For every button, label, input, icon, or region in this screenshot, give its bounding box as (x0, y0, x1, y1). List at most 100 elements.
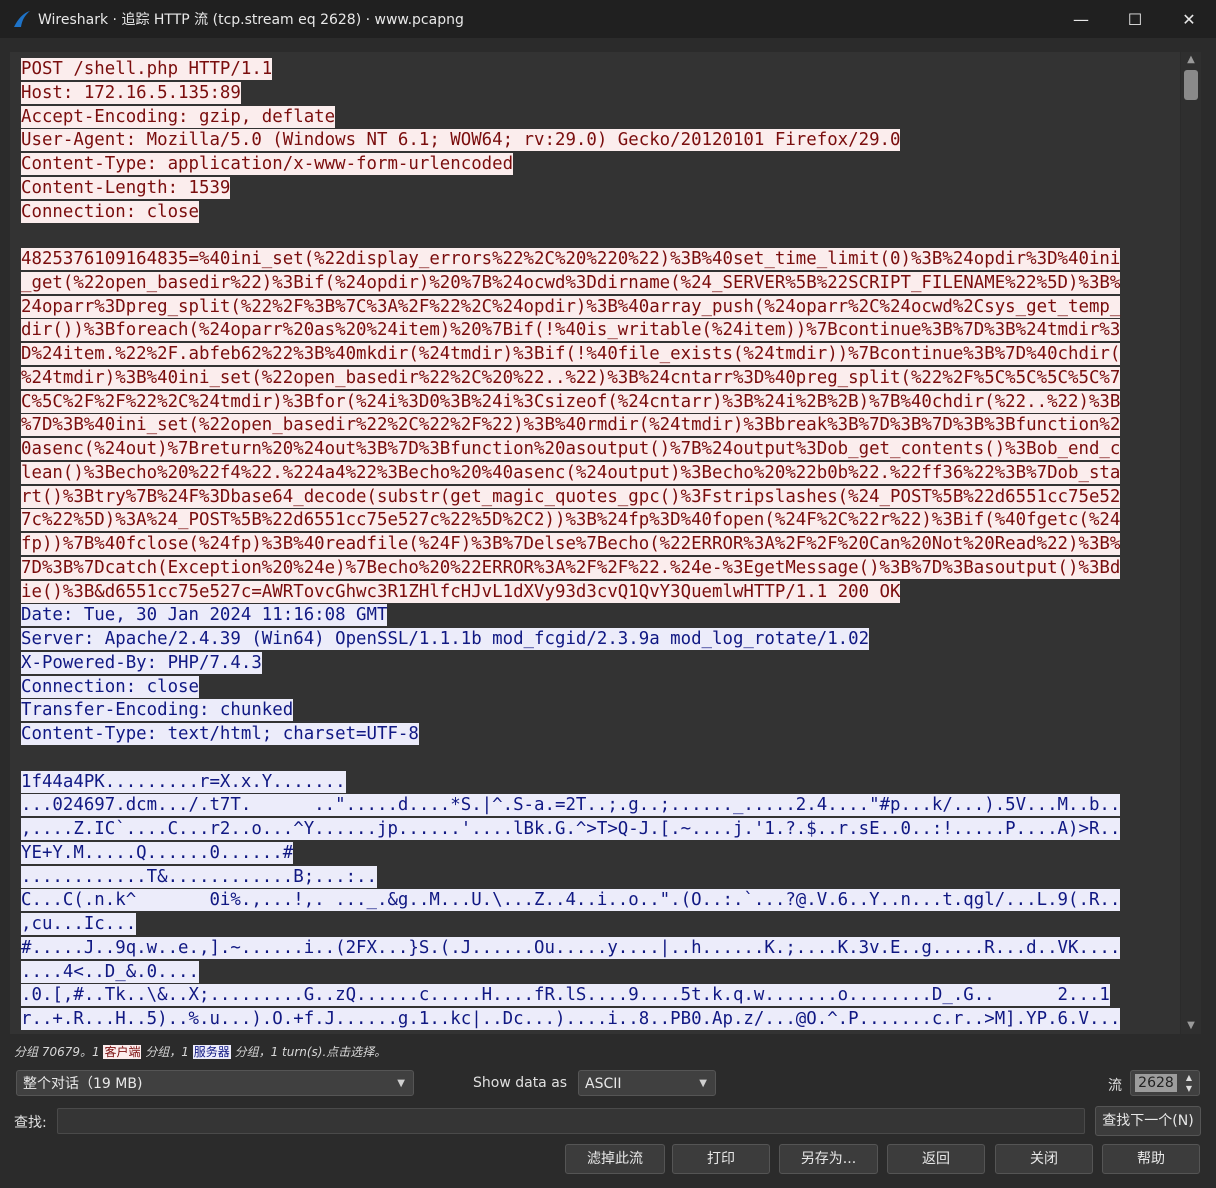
server-data-segment: Date: Tue, 30 Jan 2024 11:16:08 GMT (21, 604, 388, 627)
stream-line: Transfer-Encoding: chunked (21, 699, 1180, 723)
status-prefix: 分组 70679。1 (14, 1045, 104, 1059)
server-data-segment: Transfer-Encoding: chunked (21, 699, 294, 722)
stream-line: Content-Type: text/html; charset=UTF-8 (21, 723, 1180, 747)
title-bar: Wireshark · 追踪 HTTP 流 (tcp.stream eq 262… (0, 0, 1216, 38)
stream-line: _get(%22open_basedir%22)%3Bif(%24opdir)%… (21, 271, 1180, 296)
client-data-segment: %24tmdir)%3B%40ini_set(%22open_basedir%2… (21, 366, 1121, 389)
client-data-segment: Host: 172.16.5.135:89 (21, 81, 241, 104)
show-data-select-value: ASCII (585, 1076, 622, 1092)
client-data-segment: Accept-Encoding: gzip, deflate (21, 105, 336, 128)
server-data-segment: ,cu...Ic... (21, 913, 137, 935)
stream-line: 1f44a4PK.........r=X.x.Y....... (21, 770, 1180, 795)
client-data-segment: ie()%3B&d6551cc75e527c=AWRTovcGhwc3R1ZHl… (21, 580, 901, 603)
stream-line: #.....J..9q.w..e.,].~......i..(2FX...}S.… (21, 936, 1180, 961)
stream-line: D%24item.%22%2F.abfeb62%22%3B%40mkdir(%2… (21, 343, 1180, 367)
stream-line: POST /shell.php HTTP/1.1 (21, 58, 1180, 82)
save-as-button[interactable]: 另存为... (779, 1144, 878, 1174)
server-data-segment: X-Powered-By: PHP/7.4.3 (21, 651, 262, 674)
stream-line: 0asenc(%24out)%7Breturn%20%24out%3B%7D%3… (21, 438, 1180, 462)
window-title: Wireshark · 追踪 HTTP 流 (tcp.stream eq 262… (38, 12, 464, 28)
client-data-segment: 4825376109164835=%40ini_set(%22display_e… (21, 248, 1121, 270)
stream-number-spinbox[interactable]: 2628 ▲ ▼ (1130, 1070, 1200, 1096)
wireshark-fin-icon (14, 11, 30, 27)
stream-line: ,....Z.IC`....C...r2..o...^Y......jp....… (21, 818, 1180, 842)
client-data-segment: 24oparr%3Dpreg_split(%22%2F%3B%7C%3A%2F%… (21, 295, 1121, 318)
back-button[interactable]: 返回 (887, 1144, 985, 1174)
scroll-down-arrow-icon[interactable]: ▼ (1181, 1018, 1201, 1034)
stream-line (21, 224, 1180, 248)
help-button[interactable]: 帮助 (1102, 1144, 1200, 1174)
conversation-select[interactable]: 整个对话（19 MB) ▼ (16, 1070, 414, 1096)
client-data-segment: Content-Type: application/x-www-form-url… (21, 153, 514, 175)
client-data-segment: Connection: close (21, 200, 199, 223)
server-data-segment: #.....J..9q.w..e.,].~......i..(2FX...}S.… (21, 936, 1121, 959)
vertical-scrollbar[interactable]: ▲ ▼ (1181, 52, 1201, 1034)
stream-line: C...C(.n.k^ 0i%.,...!,. ..._.&g..M...U.\… (21, 889, 1180, 913)
server-data-segment: ............T&............B;...:.. (21, 865, 377, 888)
maximize-button[interactable]: ☐ (1108, 0, 1162, 38)
stream-number-value[interactable]: 2628 (1135, 1074, 1177, 1092)
stream-line: ....4<..D_&.0.... (21, 960, 1180, 985)
server-data-segment: YE+Y.M.....Q......0......# (21, 841, 294, 864)
server-data-segment: Server: Apache/2.4.39 (Win64) OpenSSL/1.… (21, 628, 870, 650)
stream-line: rt()%3Btry%7B%24F%3Dbase64_decode(substr… (21, 485, 1180, 510)
client-data-segment: rt()%3Btry%7B%24F%3Dbase64_decode(substr… (21, 485, 1121, 508)
stream-line: 7c%22%5D)%3A%24_POST%5B%22d6551cc75e527c… (21, 509, 1180, 533)
print-button[interactable]: 打印 (672, 1144, 770, 1174)
spin-down-icon[interactable]: ▼ (1183, 1084, 1195, 1094)
scroll-up-arrow-icon[interactable]: ▲ (1181, 52, 1201, 68)
status-text: 分组 70679。1 客户端 分组，1 服务器 分组，1 turn(s).点击选… (14, 1043, 386, 1060)
status-middle: 分组，1 (141, 1045, 193, 1059)
client-data-segment: %7D%3B%40ini_set(%22open_basedir%22%2C%2… (21, 414, 1121, 437)
client-data-segment: 0asenc(%24out)%7Breturn%20%24out%3B%7D%3… (21, 438, 1121, 460)
stream-line: dir())%3Bforeach(%24oparr%20as%20%24item… (21, 319, 1180, 343)
client-data-segment: POST /shell.php HTTP/1.1 (21, 58, 273, 80)
stream-line: Accept-Encoding: gzip, deflate (21, 105, 1180, 130)
status-suffix: 分组，1 turn(s).点击选择。 (230, 1045, 387, 1059)
stream-line (21, 747, 1180, 771)
show-data-select[interactable]: ASCII ▼ (578, 1070, 716, 1096)
stream-line: ie()%3B&d6551cc75e527c=AWRTovcGhwc3R1ZHl… (21, 580, 1180, 605)
client-data-segment: 7c%22%5D)%3A%24_POST%5B%22d6551cc75e527c… (21, 509, 1121, 532)
spin-up-icon[interactable]: ▲ (1183, 1073, 1195, 1083)
stream-line: Host: 172.16.5.135:89 (21, 81, 1180, 106)
server-data-segment: ...024697.dcm.../.t7T. ..".....d....*S.|… (21, 794, 1121, 817)
stream-line: r..+.R...H..5)..%.u...).O.+f.J......g.1.… (21, 1008, 1180, 1032)
stream-line: 7D%3B%7Dcatch(Exception%20%24e)%7Becho%2… (21, 556, 1180, 581)
close-button[interactable]: 关闭 (995, 1144, 1093, 1174)
client-data-segment: User-Agent: Mozilla/5.0 (Windows NT 6.1;… (21, 129, 901, 152)
stream-content-area[interactable]: POST /shell.php HTTP/1.1 Host: 172.16.5.1… (10, 52, 1180, 1034)
chevron-down-icon: ▼ (397, 1078, 405, 1089)
server-data-segment: ,....Z.IC`....C...r2..o...^Y......jp....… (21, 818, 1121, 840)
stream-line: lean()%3Becho%20%22f4%22.%224a4%22%3Bech… (21, 461, 1180, 486)
stream-line: User-Agent: Mozilla/5.0 (Windows NT 6.1;… (21, 129, 1180, 153)
server-data-segment: Connection: close (21, 675, 199, 698)
filter-out-stream-button[interactable]: 滤掉此流 (565, 1144, 665, 1174)
stream-line: Server: Apache/2.4.39 (Win64) OpenSSL/1.… (21, 628, 1180, 652)
stream-line: YE+Y.M.....Q......0......# (21, 841, 1180, 866)
scrollbar-thumb[interactable] (1184, 70, 1198, 100)
conversation-select-value: 整个对话（19 MB) (23, 1076, 143, 1092)
server-data-segment: r..+.R...H..5)..%.u...).O.+f.J......g.1.… (21, 1008, 1121, 1030)
stream-line: %24tmdir)%3B%40ini_set(%22open_basedir%2… (21, 366, 1180, 391)
stream-line: Content-Length: 1539 (21, 176, 1180, 201)
client-data-segment: C%5C%2F%2F%22%2C%24tmdir)%3Bfor(%24i%3D0… (21, 390, 1121, 413)
find-next-button[interactable]: 查找下一个(N) (1095, 1106, 1201, 1136)
stream-line: Content-Type: application/x-www-form-url… (21, 153, 1180, 177)
stream-line: ............T&............B;...:.. (21, 865, 1180, 890)
stream-line: X-Powered-By: PHP/7.4.3 (21, 651, 1180, 676)
minimize-button[interactable]: — (1054, 0, 1108, 38)
close-window-button[interactable]: ✕ (1162, 0, 1216, 38)
client-data-segment: Content-Length: 1539 (21, 176, 231, 199)
client-data-segment: 7D%3B%7Dcatch(Exception%20%24e)%7Becho%2… (21, 556, 1121, 579)
stream-line: Connection: close (21, 675, 1180, 700)
stream-line: C%5C%2F%2F%22%2C%24tmdir)%3Bfor(%24i%3D0… (21, 390, 1180, 415)
client-data-segment: lean()%3Becho%20%22f4%22.%224a4%22%3Bech… (21, 461, 1121, 484)
stream-line: Date: Tue, 30 Jan 2024 11:16:08 GMT (21, 604, 1180, 628)
server-data-segment: ....4<..D_&.0.... (21, 960, 199, 983)
find-input[interactable] (57, 1108, 1085, 1134)
stream-line: fp))%7B%40fclose(%24fp)%3B%40readfile(%2… (21, 533, 1180, 557)
server-data-segment: Content-Type: text/html; charset=UTF-8 (21, 723, 419, 745)
find-label: 查找: (14, 1115, 47, 1131)
window-controls: — ☐ ✕ (1054, 0, 1216, 38)
